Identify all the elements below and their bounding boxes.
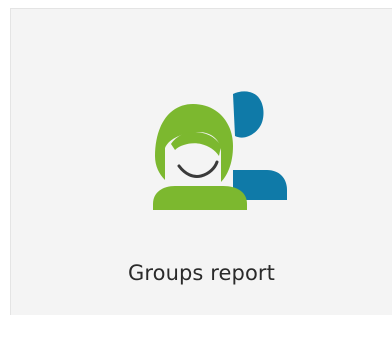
groups-report-tile[interactable]: Groups report	[10, 8, 392, 315]
tile-label: Groups report	[128, 261, 275, 285]
groups-icon	[141, 86, 297, 214]
